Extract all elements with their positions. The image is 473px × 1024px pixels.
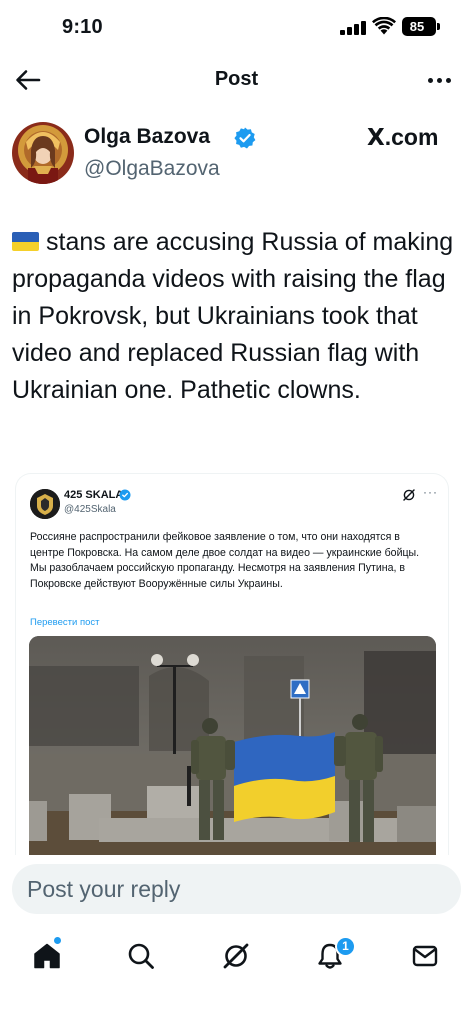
quoted-verified-icon	[119, 489, 131, 501]
source-watermark: X.com	[367, 124, 438, 151]
quoted-post-text: Россияне распространили фейковое заявлен…	[30, 531, 420, 590]
reply-input[interactable]: Post your reply	[12, 864, 461, 914]
quoted-author-handle: @425Skala	[64, 504, 116, 515]
more-options-button[interactable]	[419, 62, 459, 98]
grok-icon	[223, 943, 249, 969]
nav-messages[interactable]	[397, 930, 453, 982]
battery-icon: 85	[402, 17, 440, 36]
status-time: 9:10	[62, 16, 103, 38]
video-thumbnail	[29, 636, 436, 855]
tweet-media[interactable]: 425 SKALA @425Skala ··· Россияне распрос…	[15, 473, 449, 855]
messages-icon	[412, 945, 438, 967]
notification-badge: 1	[335, 936, 356, 957]
post-header: Post	[0, 56, 473, 104]
avatar[interactable]	[12, 122, 74, 184]
nav-search[interactable]	[113, 930, 169, 982]
search-icon	[128, 943, 154, 969]
nav-home[interactable]	[19, 930, 75, 982]
more-horizontal-icon	[427, 77, 433, 83]
quoted-grok-icon	[403, 489, 415, 501]
translate-link: Перевести пост	[30, 617, 100, 628]
signal-icon	[340, 21, 366, 35]
home-icon	[34, 943, 60, 969]
ukraine-flag-icon	[12, 232, 39, 251]
source-domain: .com	[384, 124, 439, 150]
quoted-avatar	[30, 489, 60, 519]
bottom-nav	[0, 930, 473, 986]
author-handle[interactable]: @OlgaBazova	[84, 157, 220, 181]
quoted-more-icon: ···	[423, 485, 438, 499]
status-bar: 9:10 85	[0, 0, 473, 56]
wifi-icon	[372, 17, 396, 35]
nav-grok[interactable]	[208, 930, 264, 982]
author-name[interactable]: Olga Bazova	[84, 125, 210, 149]
page-title: Post	[214, 68, 259, 90]
verified-badge-icon	[234, 127, 256, 149]
x-logo-icon: X	[367, 125, 385, 151]
reply-placeholder: Post your reply	[27, 876, 181, 902]
tweet-body: stans are accusing Russia of making prop…	[12, 228, 454, 404]
home-unread-dot	[54, 937, 61, 944]
tweet-text: stans are accusing Russia of making prop…	[12, 224, 460, 409]
battery-level: 85	[409, 19, 425, 34]
quoted-author-name: 425 SKALA	[64, 489, 124, 501]
